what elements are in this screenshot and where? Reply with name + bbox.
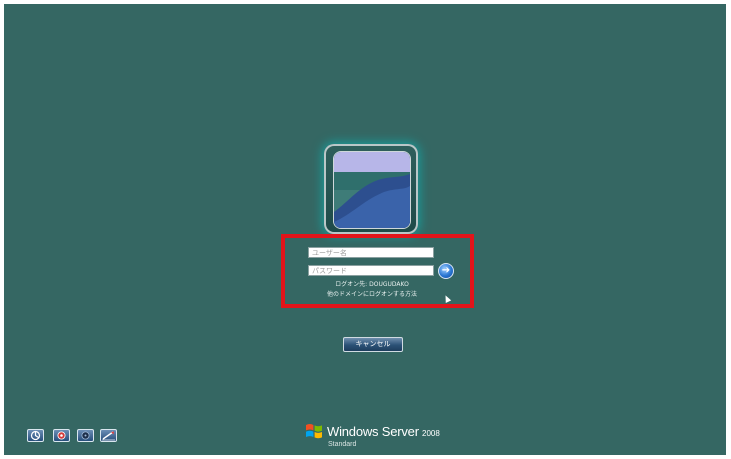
user-avatar-tile [333,151,411,229]
brand-version: 2008 [422,429,440,438]
password-input[interactable] [308,265,434,276]
brand-name: Windows Server [327,424,419,439]
cancel-button[interactable]: キャンセル [343,337,403,352]
logon-target-label: ログオン先: DOUGUDAKO [335,281,409,288]
logon-screen: ➔ ログオン先: DOUGUDAKO 他のドメインにログオンする方法 キャンセル [4,4,726,455]
username-input[interactable] [308,247,434,258]
other-domain-link[interactable]: 他のドメインにログオンする方法 [292,291,452,299]
pen-icon[interactable] [100,429,117,442]
arrow-right-icon: ➔ [441,265,451,276]
user-avatar-frame [324,144,418,234]
accessibility-icon[interactable] [27,429,44,442]
disk-icon[interactable] [77,429,94,442]
security-icon[interactable] [53,429,70,442]
windows-flag-icon [306,424,322,439]
submit-arrow-button[interactable]: ➔ [438,263,454,279]
user-picture-icon [334,152,410,228]
brand-edition: Standard [328,441,357,448]
